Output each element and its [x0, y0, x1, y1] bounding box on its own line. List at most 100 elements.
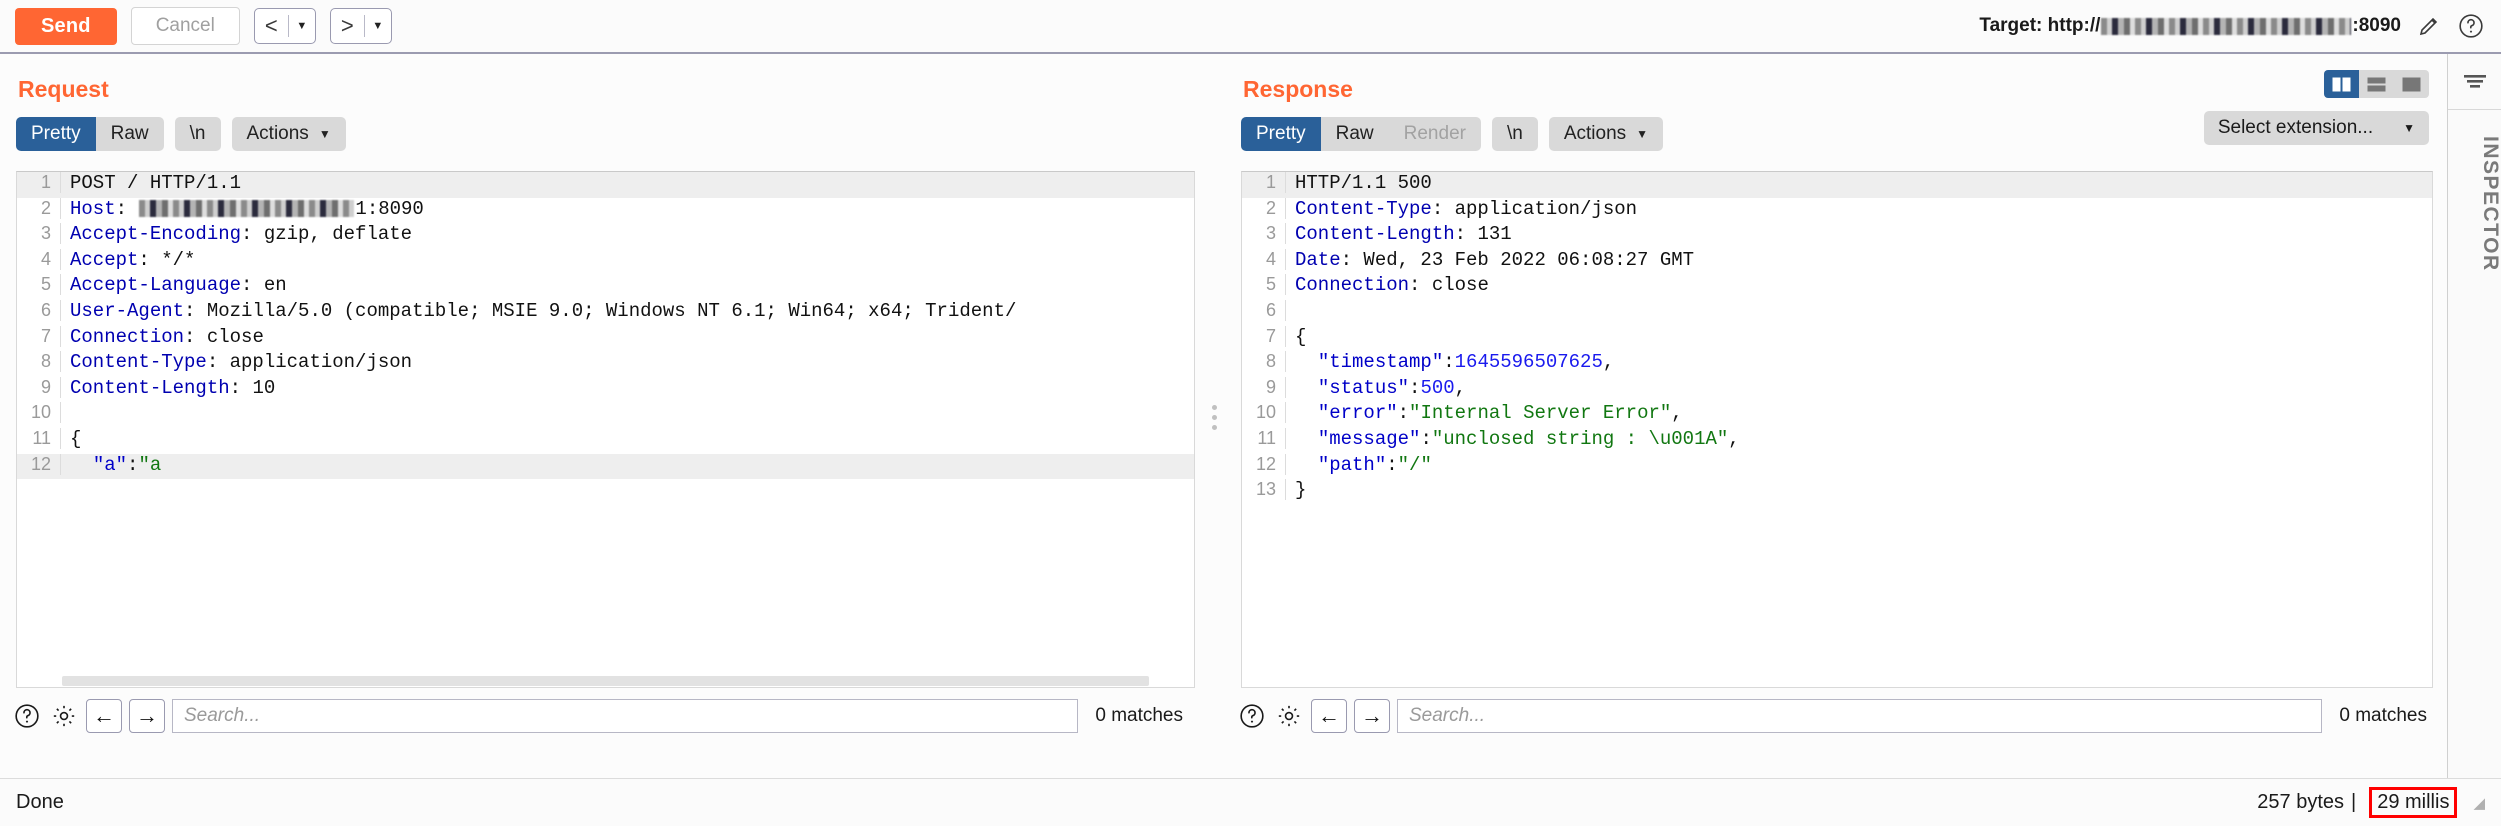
code-text: "timestamp":1645596507625, [1286, 351, 1614, 373]
request-search-input[interactable]: Search... [172, 699, 1078, 733]
code-text: "message":"unclosed string : \u001A", [1286, 428, 1740, 450]
code-line[interactable]: 3 Content-Length: 131 [1242, 223, 2432, 249]
response-search-input[interactable]: Search... [1397, 699, 2322, 733]
response-search-gear-icon[interactable] [1274, 701, 1304, 731]
redacted-host [139, 200, 354, 217]
response-code-lines[interactable]: 1HTTP/1.1 5002Content-Type: application/… [1242, 172, 2432, 687]
code-line[interactable]: 10 "error":"Internal Server Error", [1242, 402, 2432, 428]
code-token: : 131 [1455, 223, 1512, 245]
code-line[interactable]: 11{ [17, 428, 1194, 454]
select-extension-dropdown[interactable]: Select extension... ▼ [2204, 111, 2429, 145]
code-text: { [1286, 326, 1306, 348]
request-search-help-icon[interactable] [12, 701, 42, 731]
code-line[interactable]: 2Host: 1:8090 [17, 198, 1194, 224]
code-token: : close [184, 326, 264, 348]
request-horizontal-scrollbar[interactable] [62, 674, 1194, 687]
tab-response-pretty[interactable]: Pretty [1241, 117, 1321, 151]
code-token: : */* [138, 249, 195, 271]
inspector-sidebar[interactable]: INSPECTOR [2447, 54, 2501, 780]
code-line[interactable]: 5Connection: close [1242, 274, 2432, 300]
response-newline-toggle[interactable]: \n [1492, 117, 1538, 151]
code-line[interactable]: 6User-Agent: Mozilla/5.0 (compatible; MS… [17, 300, 1194, 326]
code-line[interactable]: 1HTTP/1.1 500 [1242, 172, 2432, 198]
code-token: : 10 [230, 377, 276, 399]
code-token: 500 [1420, 377, 1454, 399]
help-icon[interactable] [2457, 12, 2485, 40]
single-pane-layout-button[interactable] [2394, 70, 2429, 98]
next-history-chevron-down-icon[interactable]: ▼ [365, 9, 391, 43]
request-prev-match-button[interactable]: ← [86, 699, 122, 733]
code-line[interactable]: 1POST / HTTP/1.1 [17, 172, 1194, 198]
code-text: } [1286, 479, 1306, 501]
request-next-match-button[interactable]: → [129, 699, 165, 733]
line-number: 10 [1242, 402, 1286, 423]
request-title: Request [0, 54, 1203, 103]
request-search-gear-icon[interactable] [49, 701, 79, 731]
code-line[interactable]: 11 "message":"unclosed string : \u001A", [1242, 428, 2432, 454]
code-line[interactable]: 4Date: Wed, 23 Feb 2022 06:08:27 GMT [1242, 249, 2432, 275]
code-token: , [1603, 351, 1614, 373]
next-request-icon[interactable]: > [331, 9, 364, 43]
code-token: Content-Type [1295, 198, 1432, 220]
code-line[interactable]: 12 "a":"a [17, 454, 1194, 480]
code-token: : application/json [207, 351, 412, 373]
tab-response-render[interactable]: Render [1389, 117, 1481, 151]
code-token: "error" [1318, 402, 1398, 424]
code-token: 1645596507625 [1455, 351, 1603, 373]
send-button[interactable]: Send [15, 8, 117, 45]
status-separator: | [2344, 791, 2363, 814]
resize-grip-icon[interactable]: ◢ [2473, 794, 2485, 812]
tab-response-raw[interactable]: Raw [1321, 117, 1389, 151]
response-editor[interactable]: 1HTTP/1.1 5002Content-Type: application/… [1241, 171, 2433, 688]
code-token: { [70, 428, 81, 450]
code-token: Content-Length [1295, 223, 1455, 245]
code-line[interactable]: 3Accept-Encoding: gzip, deflate [17, 223, 1194, 249]
side-by-side-layout-button[interactable] [2324, 70, 2359, 98]
code-line[interactable]: 7{ [1242, 326, 2432, 352]
request-code-lines[interactable]: 1POST / HTTP/1.12Host: 1:80903Accept-Enc… [17, 172, 1194, 687]
code-text: Content-Type: application/json [1286, 198, 1637, 220]
code-line[interactable]: 8Content-Type: application/json [17, 351, 1194, 377]
request-newline-toggle[interactable]: \n [175, 117, 221, 151]
collapse-icon[interactable] [2448, 54, 2501, 110]
tab-request-raw[interactable]: Raw [96, 117, 164, 151]
scrollbar-thumb[interactable] [62, 676, 1149, 686]
cancel-button[interactable]: Cancel [131, 7, 240, 45]
chevron-down-icon: ▼ [1636, 128, 1648, 140]
prev-history-chevron-down-icon[interactable]: ▼ [289, 9, 315, 43]
code-line[interactable]: 10 [17, 402, 1194, 428]
code-token: "path" [1318, 454, 1386, 476]
code-line[interactable]: 4Accept: */* [17, 249, 1194, 275]
code-token: Content-Type [70, 351, 207, 373]
next-request-group[interactable]: > ▼ [330, 8, 392, 44]
code-line[interactable]: 9Content-Length: 10 [17, 377, 1194, 403]
request-actions-menu[interactable]: Actions ▼ [232, 117, 346, 151]
tab-request-pretty[interactable]: Pretty [16, 117, 96, 151]
code-line[interactable]: 9 "status":500, [1242, 377, 2432, 403]
stacked-layout-button[interactable] [2359, 70, 2394, 98]
code-text: Date: Wed, 23 Feb 2022 06:08:27 GMT [1286, 249, 1694, 271]
code-token: : [1409, 377, 1420, 399]
prev-request-icon[interactable]: < [255, 9, 288, 43]
code-line[interactable]: 5Accept-Language: en [17, 274, 1194, 300]
code-line[interactable]: 7Connection: close [17, 326, 1194, 352]
target-label: Target: http://:8090 [1979, 15, 2401, 37]
toolbar-left-group: Send Cancel < ▼ > ▼ [0, 7, 392, 45]
pencil-icon[interactable] [2415, 12, 2443, 40]
code-line[interactable]: 13} [1242, 479, 2432, 505]
line-number: 3 [1242, 223, 1286, 244]
response-actions-menu[interactable]: Actions ▼ [1549, 117, 1663, 151]
request-editor[interactable]: 1POST / HTTP/1.12Host: 1:80903Accept-Enc… [16, 171, 1195, 688]
code-line[interactable]: 6 [1242, 300, 2432, 326]
code-line[interactable]: 12 "path":"/" [1242, 454, 2432, 480]
response-prev-match-button[interactable]: ← [1311, 699, 1347, 733]
code-line[interactable]: 2Content-Type: application/json [1242, 198, 2432, 224]
prev-request-group[interactable]: < ▼ [254, 8, 316, 44]
code-token: , [1728, 428, 1739, 450]
line-number: 6 [17, 300, 61, 321]
code-line[interactable]: 8 "timestamp":1645596507625, [1242, 351, 2432, 377]
response-search-help-icon[interactable] [1237, 701, 1267, 731]
code-text: Accept-Language: en [61, 274, 287, 296]
pane-splitter[interactable] [1203, 54, 1225, 780]
response-next-match-button[interactable]: → [1354, 699, 1390, 733]
